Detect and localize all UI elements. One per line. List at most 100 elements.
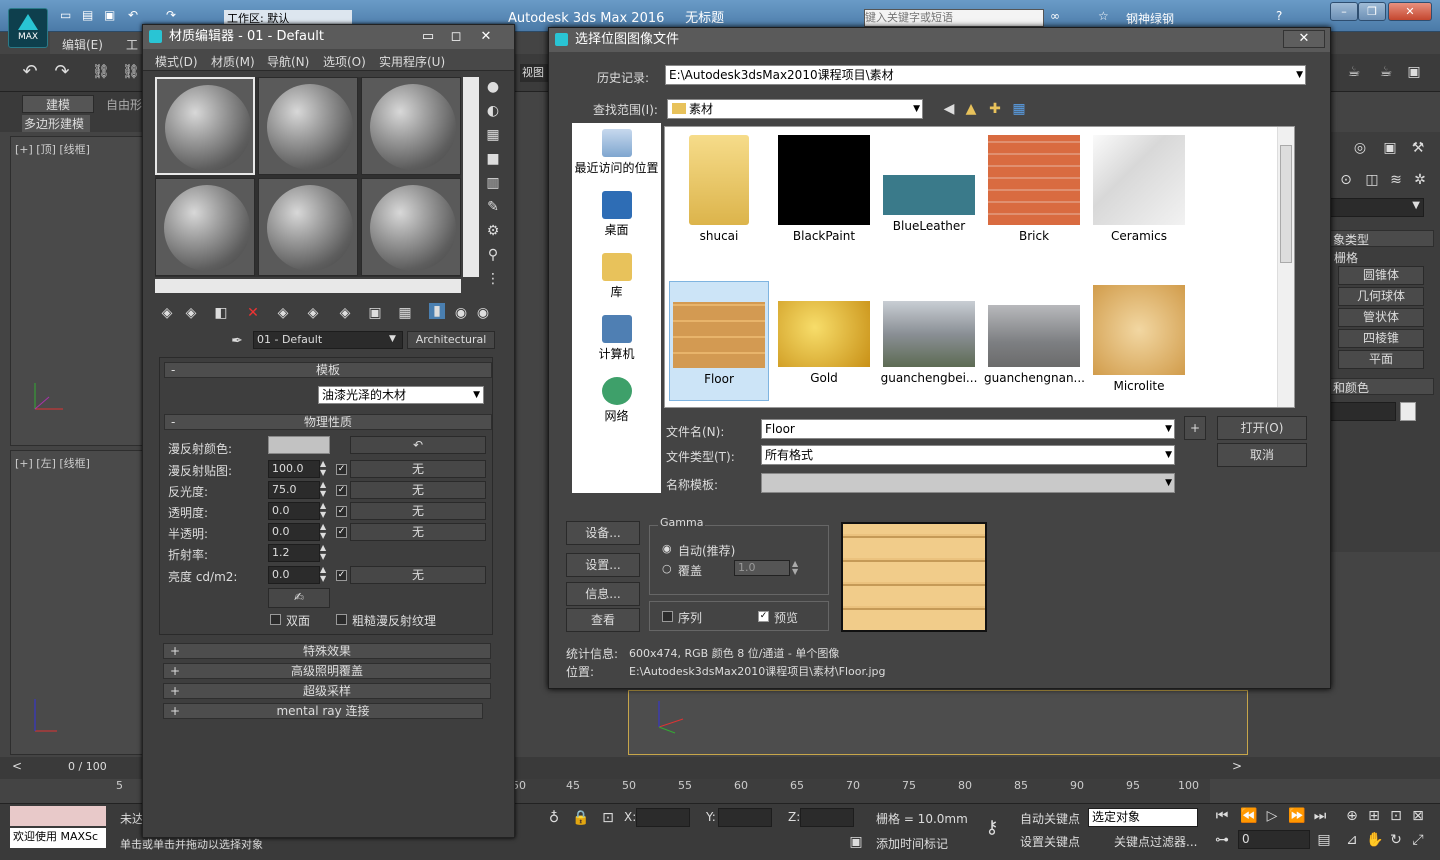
file-item-selected[interactable]: Floor [669, 281, 769, 401]
user-name[interactable]: 钢神绿钢 [1126, 10, 1174, 27]
welcome-text[interactable]: 欢迎使用 MAXSc [10, 828, 106, 848]
setup-button[interactable]: 设备... [566, 521, 640, 545]
set-key-icon[interactable]: ⚷ [984, 819, 1000, 837]
luminance-map-button[interactable]: 无 [350, 566, 486, 584]
put-to-library-icon[interactable]: ◈ [337, 305, 353, 321]
history-dropdown[interactable]: E:\Autodesk3dsMax2010课程项目\素材 ▼ [665, 65, 1306, 85]
maxscript-listener[interactable] [10, 806, 106, 826]
file-item[interactable]: Gold [774, 281, 874, 401]
gamma-override-value[interactable]: 1.0 [734, 560, 790, 576]
menu-mode[interactable]: 模式(D) [155, 53, 198, 70]
time-config-icon[interactable]: ▤ [1316, 832, 1332, 848]
file-item[interactable]: Microlite [1089, 281, 1189, 401]
reset-map-icon[interactable]: ✕ [245, 305, 261, 321]
uv-tiling-icon[interactable]: ■ [485, 151, 501, 167]
diffuse-color-reset-button[interactable]: ↶ [350, 436, 486, 454]
maximize-viewport-icon[interactable]: ⤢ [1410, 832, 1426, 848]
plane-button[interactable]: 平面 [1338, 350, 1424, 369]
prev-frame-icon[interactable]: ⏪ [1240, 808, 1257, 824]
goto-end-icon[interactable]: ⏭ [1312, 808, 1328, 824]
redo-icon[interactable]: ↷ [54, 63, 70, 81]
show-map-icon[interactable]: ▦ [397, 305, 413, 321]
eyedropper-icon[interactable]: ✒ [229, 333, 245, 349]
help-icon[interactable]: ? [1276, 9, 1282, 23]
viewport-top[interactable]: [+] [顶] [线框] [10, 136, 145, 446]
slot-scrollbar[interactable] [463, 77, 479, 277]
render-icon[interactable]: ☕ [1378, 64, 1394, 80]
save-icon[interactable]: ▣ [104, 8, 115, 22]
z-coordinate-field[interactable] [800, 808, 854, 827]
put-to-scene-icon[interactable]: ◈ [183, 305, 199, 321]
supersampling-rollout[interactable]: + 超级采样 [163, 683, 491, 699]
star-icon[interactable]: ☆ [1098, 9, 1109, 23]
spinner-arrows[interactable]: ▲ ▼ [320, 480, 326, 498]
up-folder-icon[interactable]: ▲ [963, 101, 979, 117]
spinner-arrows[interactable]: ▲ ▼ [320, 543, 326, 561]
spinner-arrows[interactable]: ▲ ▼ [320, 459, 326, 477]
sample-slot[interactable] [155, 178, 255, 276]
material-id-icon[interactable]: ▣ [367, 305, 383, 321]
add-time-tag-icon[interactable]: ▣ [848, 834, 864, 850]
translucency-value[interactable]: 0.0 [268, 523, 320, 541]
transparency-checkbox[interactable]: ✓ [336, 506, 347, 517]
double-sided-checkbox[interactable] [270, 614, 281, 625]
link-icon[interactable]: ⛓ [92, 64, 110, 80]
viewport-left-label[interactable]: [+] [左] [线框] [15, 455, 90, 471]
make-copy-icon[interactable]: ◈ [275, 305, 291, 321]
close-button[interactable]: ✕ [473, 25, 499, 49]
menu-navigation[interactable]: 导航(N) [267, 53, 309, 70]
cone-button[interactable]: 圆锥体 [1338, 266, 1424, 285]
redo-icon[interactable]: ↷ [166, 8, 176, 22]
next-frame-icon[interactable]: ⏩ [1288, 808, 1305, 824]
open-button[interactable]: 打开(O) [1217, 416, 1307, 440]
viewport-label[interactable]: 视图 [520, 64, 548, 82]
mental-ray-rollout[interactable]: + mental ray 连接 [163, 703, 483, 719]
advanced-lighting-rollout[interactable]: + 高级照明覆盖 [163, 663, 491, 679]
sample-slot[interactable] [361, 77, 461, 175]
teapot-icon[interactable]: ☕ [1346, 64, 1362, 80]
display-icon[interactable]: ▣ [1382, 140, 1398, 156]
add-time-tag[interactable]: 添加时间标记 [876, 835, 948, 852]
key-filters-button[interactable]: 关键点过滤器... [1114, 833, 1197, 850]
shininess-map-button[interactable]: 无 [350, 481, 486, 499]
minimize-button[interactable]: ▭ [415, 25, 441, 49]
key-mode-dropdown[interactable]: 选定对象 [1088, 808, 1198, 827]
play-icon[interactable]: ▷ [1264, 808, 1280, 824]
zoom-extents-all-icon[interactable]: ⊠ [1410, 808, 1426, 824]
new-folder-icon[interactable]: ✚ [987, 101, 1003, 117]
spacewarps-icon[interactable]: ≋ [1388, 172, 1404, 188]
auto-key-button[interactable]: 自动关键点 [1020, 810, 1080, 827]
sequence-checkbox[interactable] [662, 611, 673, 622]
material-type-button[interactable]: Architectural [407, 331, 495, 349]
set-key-button[interactable]: 设置关键点 [1020, 833, 1080, 850]
sample-type-icon[interactable]: ● [485, 79, 501, 95]
sample-slot[interactable] [258, 77, 358, 175]
file-list-scrollbar[interactable] [1277, 127, 1294, 407]
lock-icon[interactable]: 🔒 [572, 810, 589, 826]
translucency-map-button[interactable]: 无 [350, 523, 486, 541]
luminance-checkbox[interactable]: ✓ [336, 570, 347, 581]
ior-value[interactable]: 1.2 [268, 544, 320, 562]
key-mode-icon[interactable]: ⊶ [1214, 832, 1230, 848]
cameras-icon[interactable]: ⊙ [1338, 172, 1354, 188]
zoom-extents-icon[interactable]: ⊡ [1388, 808, 1404, 824]
diffuse-color-swatch[interactable] [268, 436, 330, 454]
show-end-result-icon[interactable]: ▮ [429, 303, 445, 319]
background-icon[interactable]: ▦ [485, 127, 501, 143]
name-color-header[interactable]: 和颜色 [1330, 378, 1434, 395]
shininess-value[interactable]: 75.0 [268, 481, 320, 499]
gamma-override-radio[interactable]: ○ [662, 562, 672, 575]
sample-slot[interactable] [155, 77, 255, 175]
special-effects-rollout[interactable]: + 特殊效果 [163, 643, 491, 659]
luminance-from-light-button[interactable]: ✍ [268, 588, 330, 608]
transparency-map-button[interactable]: 无 [350, 502, 486, 520]
menu-material[interactable]: 材质(M) [211, 53, 255, 70]
material-name-field[interactable]: 01 - Default [253, 331, 403, 349]
look-in-dropdown[interactable]: 素材 ▼ [667, 99, 923, 119]
current-frame-field[interactable]: 0 [1238, 830, 1310, 849]
systems-icon[interactable]: ✲ [1412, 172, 1428, 188]
spinner-arrows[interactable]: ▲ ▼ [320, 565, 326, 583]
filename-input[interactable]: Floor ▼ [761, 419, 1175, 439]
luminance-value[interactable]: 0.0 [268, 566, 320, 584]
assign-material-icon[interactable]: ◧ [213, 305, 229, 321]
